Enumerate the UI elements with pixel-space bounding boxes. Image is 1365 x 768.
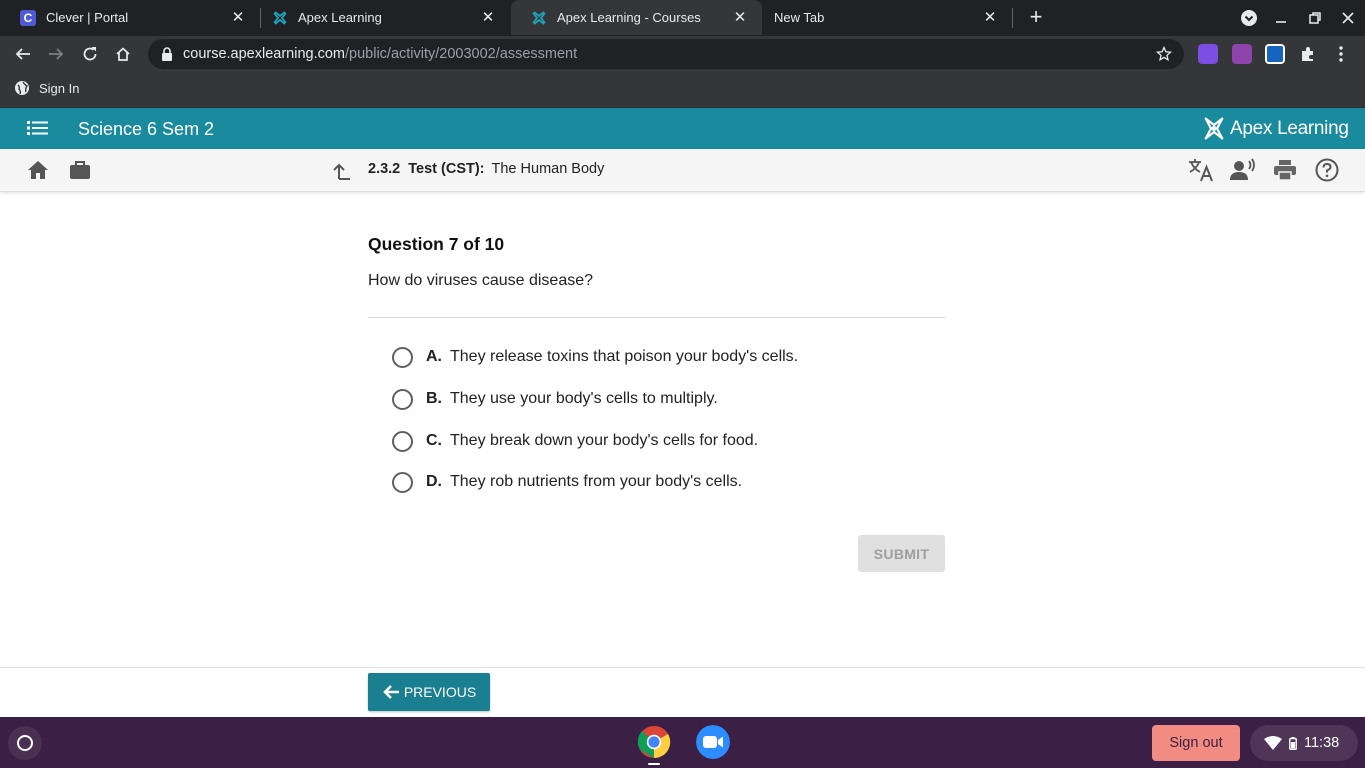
- answer-option-c[interactable]: C. They break down your body's cells for…: [392, 429, 758, 453]
- system-tray[interactable]: 11:38: [1250, 725, 1358, 761]
- url-text: course.apexlearning.com/public/activity/…: [183, 46, 578, 62]
- option-text: They use your body's cells to multiply.: [450, 390, 718, 407]
- home-icon[interactable]: [111, 42, 135, 66]
- print-icon[interactable]: [1272, 157, 1298, 183]
- close-tab-icon[interactable]: ✕: [480, 9, 496, 26]
- activity-nav-bar: 2.3.2 Test (CST): The Human Body: [0, 149, 1365, 192]
- tab-apex-courses[interactable]: Apex Learning - Courses ✕: [511, 0, 762, 35]
- os-shelf: Sign out 11:38: [0, 717, 1365, 768]
- activity-footer: PREVIOUS: [0, 667, 1365, 717]
- answer-option-d[interactable]: D. They rob nutrients from your body's c…: [392, 470, 742, 494]
- tab-title: Apex Learning - Courses: [557, 10, 701, 25]
- browser-tab-strip: C Clever | Portal ✕ Apex Learning ✕ Apex…: [0, 0, 1365, 36]
- option-letter: A.: [426, 348, 442, 365]
- reload-icon[interactable]: [78, 42, 102, 66]
- option-text: They release toxins that poison your bod…: [450, 348, 799, 365]
- radio-button[interactable]: [392, 388, 413, 410]
- zoom-app-icon[interactable]: [696, 725, 730, 759]
- globe-icon: [15, 81, 29, 95]
- question-heading: Question 7 of 10: [368, 234, 505, 254]
- home-icon[interactable]: [25, 157, 51, 183]
- tab-title: Clever | Portal: [46, 10, 129, 25]
- divider: [368, 317, 945, 318]
- browser-menu-icon[interactable]: [1329, 42, 1353, 66]
- tab-apex-learning[interactable]: Apex Learning ✕: [252, 0, 510, 35]
- back-icon[interactable]: [11, 42, 35, 66]
- browser-toolbar: course.apexlearning.com/public/activity/…: [0, 36, 1365, 72]
- forward-icon[interactable]: [44, 42, 68, 66]
- translate-icon[interactable]: [1188, 157, 1214, 183]
- submit-button[interactable]: SUBMIT: [858, 535, 945, 572]
- apex-logo-icon: [1204, 117, 1224, 140]
- chrome-app-icon[interactable]: [637, 725, 671, 759]
- option-letter: D.: [426, 473, 442, 490]
- close-tab-icon[interactable]: ✕: [230, 9, 246, 26]
- briefcase-icon[interactable]: [67, 157, 93, 183]
- clock: 11:38: [1304, 735, 1340, 751]
- option-text: They break down your body's cells for fo…: [450, 432, 759, 449]
- tab-search-icon[interactable]: [1237, 6, 1261, 30]
- wifi-icon: [1264, 736, 1282, 750]
- sign-out-button[interactable]: Sign out: [1152, 725, 1240, 761]
- text-to-speech-icon[interactable]: [1230, 157, 1256, 183]
- activity-type: Test (CST):: [408, 161, 485, 177]
- help-icon[interactable]: [1314, 157, 1340, 183]
- menu-list-icon[interactable]: [27, 119, 49, 137]
- extension-read-icon[interactable]: [1265, 44, 1285, 64]
- previous-button[interactable]: PREVIOUS: [368, 673, 490, 711]
- close-window-icon[interactable]: [1336, 6, 1360, 30]
- minimize-icon[interactable]: [1269, 6, 1293, 30]
- tab-title: Apex Learning: [298, 10, 382, 25]
- up-level-arrow-icon[interactable]: [329, 158, 355, 184]
- bookmark-sign-in[interactable]: Sign In: [14, 80, 79, 96]
- extension-bookmark-icon[interactable]: [1198, 44, 1218, 64]
- extension-tw-icon[interactable]: [1232, 44, 1252, 64]
- activity-number: 2.3.2: [368, 161, 401, 177]
- extensions-puzzle-icon[interactable]: [1296, 42, 1320, 66]
- radio-button[interactable]: [392, 471, 413, 493]
- address-bar[interactable]: course.apexlearning.com/public/activity/…: [148, 39, 1184, 69]
- bookmark-star-icon[interactable]: [1154, 44, 1174, 64]
- previous-label: PREVIOUS: [403, 684, 477, 700]
- apex-favicon: [272, 10, 288, 26]
- new-tab-button[interactable]: +: [1024, 6, 1048, 30]
- answer-option-b[interactable]: B. They use your body's cells to multipl…: [392, 387, 718, 411]
- tab-separator: [1012, 8, 1013, 28]
- arrow-left-icon: [382, 685, 399, 699]
- app-running-indicator: [648, 763, 660, 765]
- activity-title: The Human Body: [491, 161, 605, 177]
- restore-icon[interactable]: [1303, 6, 1327, 30]
- tab-clever-portal[interactable]: C Clever | Portal ✕: [0, 0, 260, 35]
- option-letter: B.: [426, 390, 442, 407]
- battery-icon: [1289, 736, 1297, 750]
- close-tab-icon[interactable]: ✕: [982, 9, 998, 26]
- apex-favicon: [531, 10, 547, 26]
- question-text: How do viruses cause disease?: [368, 272, 594, 289]
- apex-logo: Apex Learning: [1203, 115, 1349, 142]
- course-header: Science 6 Sem 2 Apex Learning: [0, 108, 1365, 149]
- close-tab-icon[interactable]: ✕: [732, 9, 748, 26]
- radio-button[interactable]: [392, 430, 413, 452]
- option-text: They rob nutrients from your body's cell…: [450, 473, 743, 490]
- clever-icon: C: [20, 9, 36, 26]
- option-letter: C.: [426, 432, 442, 449]
- bookmarks-bar: Sign In: [0, 72, 1365, 108]
- activity-breadcrumb: 2.3.2 Test (CST): The Human Body: [368, 161, 604, 177]
- lock-icon[interactable]: [159, 46, 175, 62]
- bookmark-label: Sign In: [39, 80, 80, 96]
- course-title: Science 6 Sem 2: [78, 119, 215, 139]
- tab-new-tab[interactable]: New Tab ✕: [754, 0, 1012, 35]
- tab-title: New Tab: [774, 10, 825, 25]
- launcher-button[interactable]: [8, 726, 42, 760]
- answer-option-a[interactable]: A. They release toxins that poison your …: [392, 345, 798, 369]
- radio-button[interactable]: [392, 346, 413, 368]
- launcher-icon: [17, 735, 33, 751]
